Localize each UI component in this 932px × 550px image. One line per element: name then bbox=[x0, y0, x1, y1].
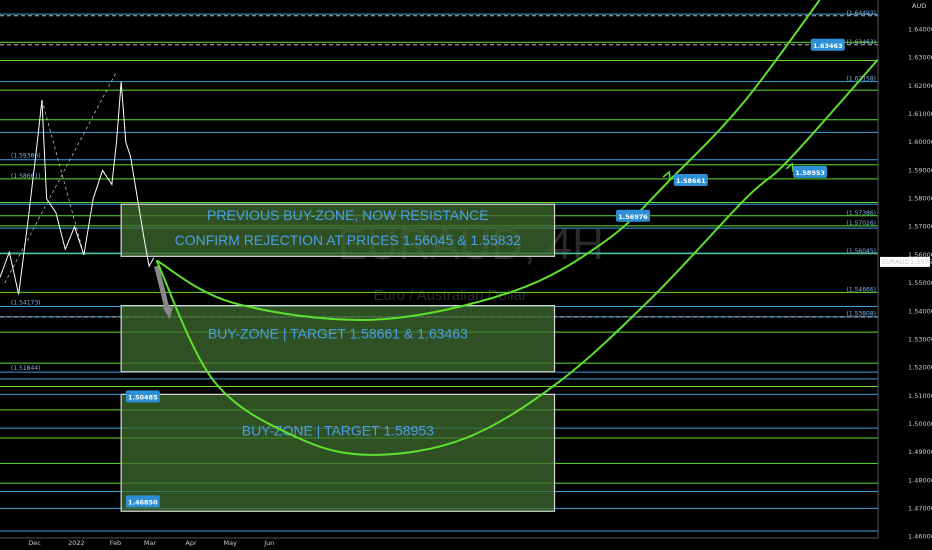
right-level-label: (1.53808) bbox=[847, 311, 877, 318]
right-level-label: (1.56045) bbox=[847, 248, 877, 255]
price-badge-text: 1.56976 bbox=[618, 213, 648, 221]
right-level-label: (1.54666) bbox=[847, 286, 877, 293]
x-tick-label: Feb bbox=[110, 539, 122, 547]
y-tick-label: 1.49000 bbox=[908, 448, 932, 456]
y-tick-label: 1.46000 bbox=[908, 533, 932, 541]
right-level-label: (1.57026) bbox=[847, 220, 877, 227]
x-tick-label: Dec bbox=[28, 539, 41, 547]
x-tick-label: 2022 bbox=[68, 539, 85, 547]
right-level-label: (1.63463) bbox=[847, 39, 877, 46]
current-price-value: 1.55752 bbox=[910, 258, 932, 266]
y-tick-label: 1.59000 bbox=[908, 166, 932, 174]
x-tick-label: Jun bbox=[263, 539, 274, 547]
y-tick-label: 1.52000 bbox=[908, 364, 932, 372]
y-tick-label: 1.54000 bbox=[908, 307, 932, 315]
price-line bbox=[0, 81, 155, 295]
y-tick-label: 1.55000 bbox=[908, 279, 932, 287]
y-tick-label: 1.62000 bbox=[908, 82, 932, 90]
zone-box bbox=[120, 393, 556, 512]
y-tick-label: 1.58000 bbox=[908, 195, 932, 203]
zone-label: PREVIOUS BUY-ZONE, NOW RESISTANCE bbox=[207, 207, 489, 223]
price-badge-text: 1.46850 bbox=[128, 498, 158, 506]
left-level-label: (1.54173) bbox=[11, 299, 41, 306]
left-level-label: (1.59380) bbox=[11, 153, 41, 160]
left-level-label: (1.51844) bbox=[11, 365, 41, 372]
current-price-symbol: EURAUD bbox=[882, 258, 909, 266]
right-level-label: (1.64493) bbox=[847, 10, 877, 17]
y-tick-label: 1.48000 bbox=[908, 476, 932, 484]
chart-svg[interactable]: EURAUD, 4HEuro / Australian Dollar PREVI… bbox=[0, 0, 932, 550]
y-tick-label: 1.50000 bbox=[908, 420, 932, 428]
left-level-label: (1.58661) bbox=[11, 173, 41, 180]
y-tick-label: 1.63000 bbox=[908, 54, 932, 62]
y-tick-label: 1.60000 bbox=[908, 138, 932, 146]
x-tick-label: Apr bbox=[185, 539, 197, 547]
y-tick-label: 1.61000 bbox=[908, 110, 932, 118]
currency-label: AUD bbox=[912, 2, 926, 10]
y-tick-label: 1.64000 bbox=[908, 26, 932, 34]
x-tick-label: Mar bbox=[144, 539, 157, 547]
price-badge-text: 1.58661 bbox=[676, 177, 706, 185]
y-tick-label: 1.51000 bbox=[908, 392, 932, 400]
price-badge-text: 1.50485 bbox=[128, 393, 158, 401]
right-level-label: (1.57386) bbox=[847, 210, 877, 217]
x-tick-label: May bbox=[223, 539, 237, 547]
y-tick-label: 1.57000 bbox=[908, 223, 932, 231]
price-badge-text: 1.58953 bbox=[795, 169, 825, 177]
guide-line bbox=[41, 99, 85, 256]
price-badge-text: 1.63463 bbox=[813, 42, 843, 50]
y-tick-label: 1.47000 bbox=[908, 504, 932, 512]
watermark-subtitle: Euro / Australian Dollar bbox=[373, 287, 526, 304]
chart-area[interactable]: EURAUD, 4HEuro / Australian Dollar PREVI… bbox=[0, 0, 932, 550]
y-tick-label: 1.53000 bbox=[908, 335, 932, 343]
right-level-label: (1.62158) bbox=[847, 75, 877, 82]
zone-label: CONFIRM REJECTION AT PRICES 1.56045 & 1.… bbox=[175, 232, 522, 248]
zone-label: BUY-ZONE | TARGET 1.58661 & 1.63463 bbox=[208, 326, 468, 342]
